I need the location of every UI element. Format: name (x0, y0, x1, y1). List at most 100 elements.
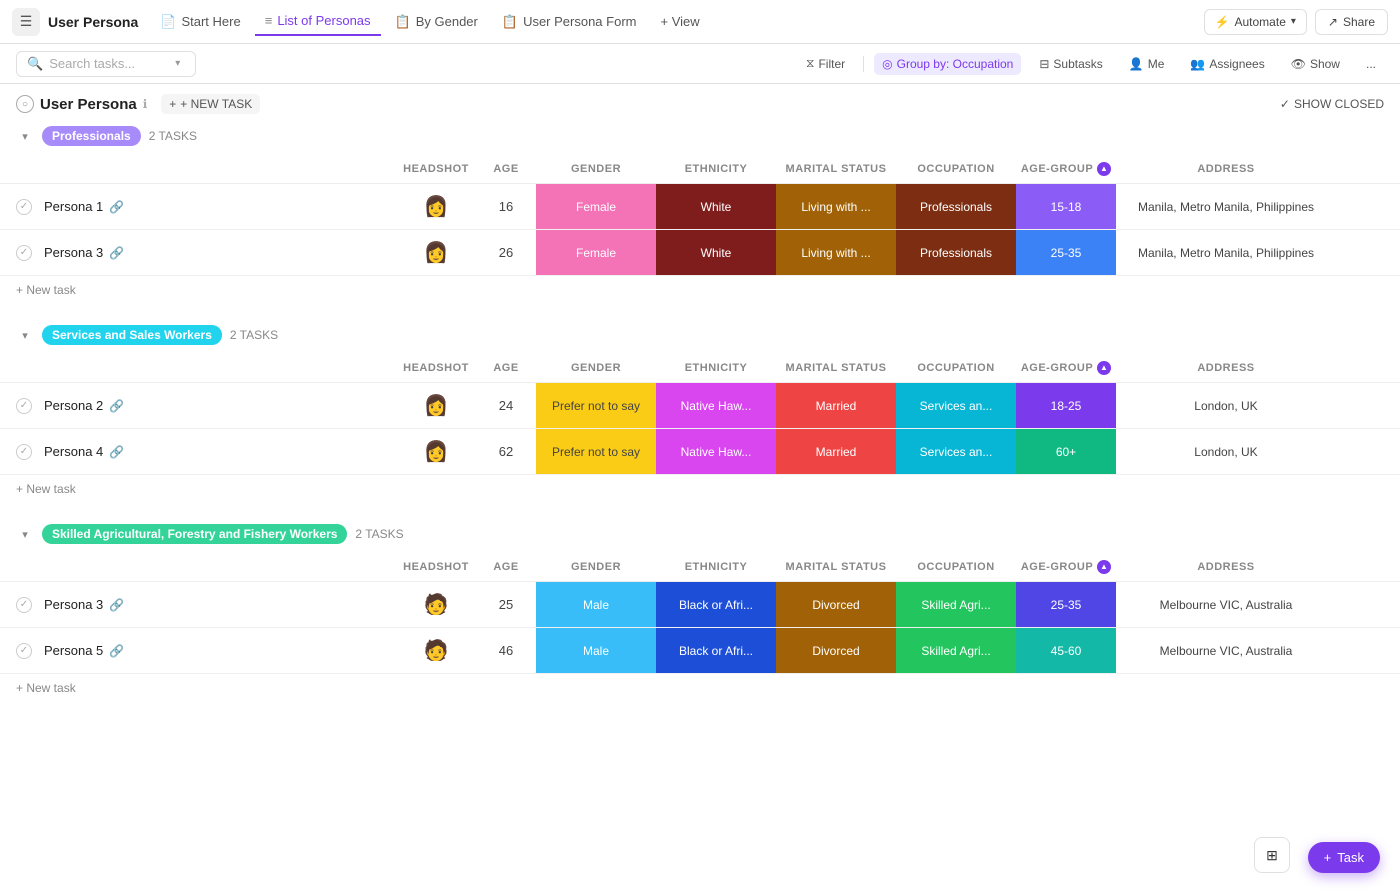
automate-icon: ⚡ (1215, 15, 1230, 29)
task-link-icon[interactable]: 🔗 (109, 399, 124, 413)
task-checkbox[interactable]: ✓ (16, 643, 32, 659)
group-badge-agricultural: Skilled Agricultural, Forestry and Fishe… (42, 524, 347, 544)
task-link-icon[interactable]: 🔗 (109, 200, 124, 214)
tab-by-gender[interactable]: 📋 By Gender (385, 8, 488, 36)
col-marital-header: MARITAL STATUS (776, 561, 896, 573)
task-name: Persona 1 🔗 (44, 199, 124, 214)
task-checkbox[interactable]: ✓ (16, 398, 32, 414)
agegroup-cell: 18-25 (1016, 383, 1116, 428)
grid-view-button[interactable]: ⊞ (1254, 837, 1290, 873)
table-row[interactable]: ✓ Persona 3 🔗 🧑 25 Male Black or Afri...… (0, 582, 1400, 628)
tab-start-here[interactable]: 📄 Start Here (150, 8, 250, 36)
address-cell: London, UK (1116, 399, 1336, 413)
address-cell: Melbourne VIC, Australia (1116, 644, 1336, 658)
automate-button[interactable]: ⚡ Automate ▾ (1204, 9, 1307, 35)
col-occupation-header: OCCUPATION (896, 163, 1016, 175)
task-checkbox[interactable]: ✓ (16, 245, 32, 261)
sort-icon[interactable]: ▲ (1097, 560, 1111, 574)
group-badge-services: Services and Sales Workers (42, 325, 222, 345)
group-collapse-services[interactable]: ▾ (16, 326, 34, 344)
tab-start-here-icon: 📄 (160, 14, 176, 30)
marital-cell: Married (776, 429, 896, 474)
table-row[interactable]: ✓ Persona 2 🔗 👩 24 Prefer not to say Nat… (0, 383, 1400, 429)
add-new-task-link-professionals[interactable]: + New task (16, 283, 76, 297)
col-agegroup-header: AGE-GROUP ▲ (1016, 361, 1116, 375)
nav-right-actions: ⚡ Automate ▾ ↗ Share (1204, 9, 1388, 35)
gender-cell: Prefer not to say (536, 383, 656, 428)
new-task-row-professionals: + New task (0, 276, 1400, 297)
tab-add-view[interactable]: + View (650, 8, 709, 35)
task-name-cell: ✓ Persona 1 🔗 (16, 199, 396, 215)
tab-by-gender-icon: 📋 (395, 14, 411, 30)
col-occupation-header: OCCUPATION (896, 561, 1016, 573)
group-professionals: ▾ Professionals 2 TASKS HEADSHOT AGE GEN… (0, 118, 1400, 297)
show-button[interactable]: 👁 Show (1283, 53, 1348, 75)
group-by-button[interactable]: ◎ Group by: Occupation (874, 53, 1021, 75)
group-collapse-agricultural[interactable]: ▾ (16, 525, 34, 543)
col-headers-agricultural: HEADSHOT AGE GENDER ETHNICITY MARITAL ST… (0, 552, 1400, 582)
tab-form-icon: 📋 (502, 14, 518, 30)
group-collapse-professionals[interactable]: ▾ (16, 127, 34, 145)
group-task-count-services: 2 TASKS (230, 328, 278, 342)
show-closed-button[interactable]: ✓ SHOW CLOSED (1280, 97, 1384, 111)
task-link-icon[interactable]: 🔗 (109, 445, 124, 459)
tab-user-persona-form[interactable]: 📋 User Persona Form (492, 8, 647, 36)
task-checkbox[interactable]: ✓ (16, 444, 32, 460)
task-name: Persona 2 🔗 (44, 398, 124, 413)
task-name: Persona 3 🔗 (44, 245, 124, 260)
address-cell: Manila, Metro Manila, Philippines (1116, 200, 1336, 214)
toolbar-right: ⧖ Filter ◎ Group by: Occupation ⊟ Subtas… (798, 52, 1384, 75)
gender-cell: Female (536, 184, 656, 229)
agegroup-cell: 45-60 (1016, 628, 1116, 673)
col-marital-header: MARITAL STATUS (776, 163, 896, 175)
task-link-icon[interactable]: 🔗 (109, 246, 124, 260)
search-box[interactable]: 🔍 ▾ (16, 51, 196, 77)
age-cell: 46 (476, 643, 536, 658)
task-link-icon[interactable]: 🔗 (109, 644, 124, 658)
col-gender-header: GENDER (536, 163, 656, 175)
table-row[interactable]: ✓ Persona 3 🔗 👩 26 Female White Living w… (0, 230, 1400, 276)
assignees-button[interactable]: 👥 Assignees (1182, 53, 1272, 75)
col-age-header: AGE (476, 362, 536, 374)
sort-icon[interactable]: ▲ (1097, 361, 1111, 375)
page-title: User Persona (40, 96, 137, 113)
filter-button[interactable]: ⧖ Filter (798, 52, 853, 75)
search-chevron-icon: ▾ (175, 58, 180, 69)
age-cell: 25 (476, 597, 536, 612)
task-checkbox[interactable]: ✓ (16, 597, 32, 613)
table-row[interactable]: ✓ Persona 1 🔗 👩 16 Female White Living w… (0, 184, 1400, 230)
col-ethnicity-header: ETHNICITY (656, 163, 776, 175)
app-icon: ☰ (12, 8, 40, 36)
age-cell: 62 (476, 444, 536, 459)
subtasks-icon: ⊟ (1039, 57, 1049, 71)
search-input[interactable] (49, 56, 169, 71)
tab-list-of-personas[interactable]: ≡ List of Personas (255, 7, 381, 36)
new-task-button[interactable]: + + NEW TASK (161, 94, 260, 114)
page-header: ○ User Persona ℹ + + NEW TASK ✓ SHOW CLO… (0, 84, 1400, 118)
subtasks-button[interactable]: ⊟ Subtasks (1031, 53, 1110, 75)
occupation-cell: Professionals (896, 230, 1016, 275)
age-cell: 16 (476, 199, 536, 214)
more-button[interactable]: ... (1358, 53, 1384, 75)
table-row[interactable]: ✓ Persona 5 🔗 🧑 46 Male Black or Afri...… (0, 628, 1400, 674)
task-name-cell: ✓ Persona 5 🔗 (16, 643, 396, 659)
page-info-icon[interactable]: ℹ (143, 97, 148, 111)
me-button[interactable]: 👤 Me (1121, 53, 1173, 75)
show-icon: 👁 (1291, 57, 1306, 71)
add-new-task-link-services[interactable]: + New task (16, 482, 76, 496)
gender-cell: Prefer not to say (536, 429, 656, 474)
agegroup-cell: 25-35 (1016, 230, 1116, 275)
task-fab[interactable]: + Task (1308, 842, 1380, 873)
table-row[interactable]: ✓ Persona 4 🔗 👩 62 Prefer not to say Nat… (0, 429, 1400, 475)
col-marital-header: MARITAL STATUS (776, 362, 896, 374)
share-button[interactable]: ↗ Share (1315, 9, 1388, 35)
sort-icon[interactable]: ▲ (1097, 162, 1111, 176)
task-link-icon[interactable]: 🔗 (109, 598, 124, 612)
col-address-header: ADDRESS (1116, 362, 1336, 374)
col-gender-header: GENDER (536, 561, 656, 573)
col-occupation-header: OCCUPATION (896, 362, 1016, 374)
task-checkbox[interactable]: ✓ (16, 199, 32, 215)
address-cell: London, UK (1116, 445, 1336, 459)
add-new-task-link-agricultural[interactable]: + New task (16, 681, 76, 695)
page-collapse-button[interactable]: ○ (16, 95, 34, 113)
